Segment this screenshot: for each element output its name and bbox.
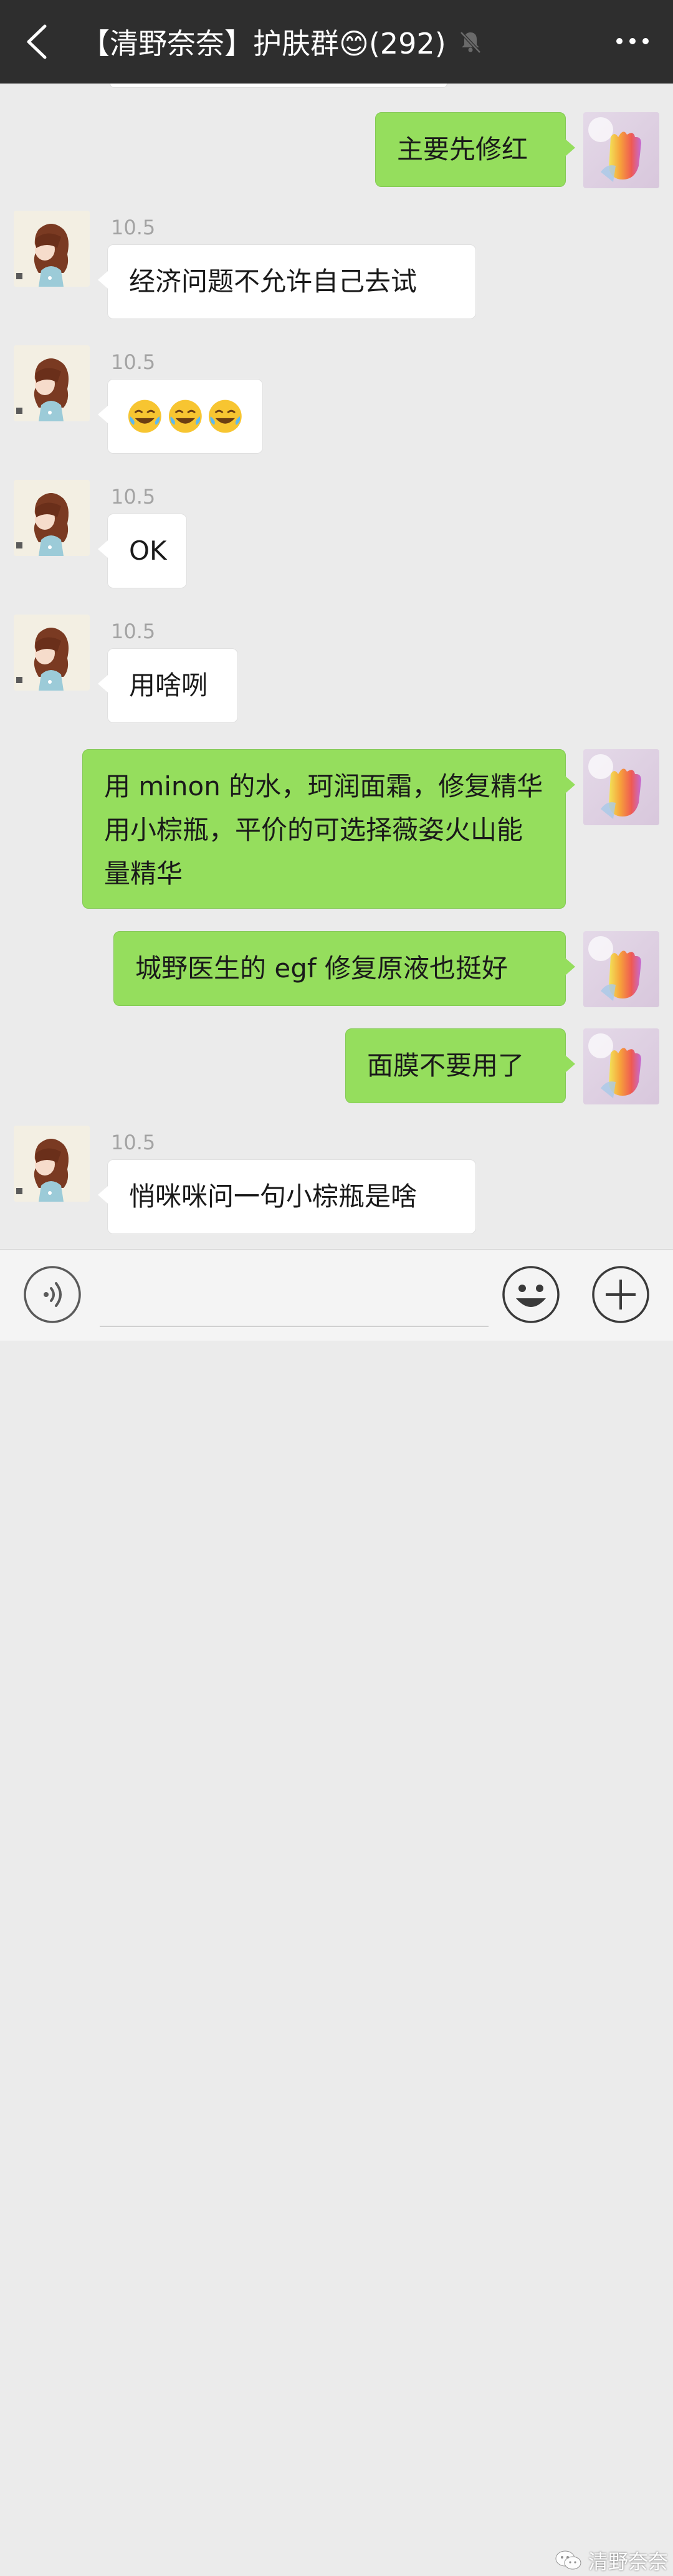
message-input[interactable] bbox=[100, 1267, 489, 1327]
message-timestamp: 10.5 bbox=[111, 485, 156, 509]
my-avatar[interactable] bbox=[583, 749, 659, 825]
chat-title: 【清野奈奈】护肤群😊(292) bbox=[81, 27, 446, 60]
message-bubble[interactable]: 悄咪咪问一句小棕瓶是啥 bbox=[98, 1159, 476, 1234]
message-timestamp: 10.5 bbox=[111, 216, 156, 239]
message-timestamp: 10.5 bbox=[111, 1131, 156, 1154]
my-avatar[interactable] bbox=[583, 931, 659, 1007]
rainbow-hand-avatar-image bbox=[583, 1028, 659, 1104]
message-text: 用啥咧 bbox=[129, 670, 208, 701]
watermark: 清野奈奈 bbox=[555, 2545, 668, 2576]
message-text: 用 minon 的水，珂润面霜，修复精华用小棕瓶，平价的可选择薇姿火山能量精华 bbox=[104, 771, 543, 889]
watermark-text: 清野奈奈 bbox=[588, 2550, 669, 2574]
add-attachment-icon[interactable] bbox=[591, 1265, 651, 1324]
message-bubble[interactable]: 城野医生的 egf 修复原液也挺好 bbox=[113, 931, 575, 1006]
sender-avatar[interactable] bbox=[14, 345, 90, 421]
sender-avatar[interactable] bbox=[14, 615, 90, 691]
mute-bell-icon bbox=[459, 31, 481, 54]
rainbow-hand-avatar-image bbox=[583, 931, 659, 1007]
tears-of-joy-emoji-icon bbox=[128, 400, 161, 433]
message-bubble[interactable]: 用啥咧 bbox=[98, 648, 238, 723]
my-avatar[interactable] bbox=[583, 112, 659, 188]
message-text: 经济问题不允许自己去试 bbox=[129, 266, 418, 297]
girl-avatar-image bbox=[14, 480, 90, 556]
message-text: 主要先修红 bbox=[397, 134, 528, 165]
message-bubble[interactable]: 用 minon 的水，珂润面霜，修复精华用小棕瓶，平价的可选择薇姿火山能量精华 bbox=[82, 749, 575, 909]
message-text: 城野医生的 egf 修复原液也挺好 bbox=[135, 953, 508, 984]
message-timestamp: 10.5 bbox=[111, 620, 156, 643]
message-list[interactable]: 主要先修红 10.5 经济问题不允许自己去试 10.5 10.5 OK 10.5… bbox=[0, 84, 673, 1249]
message-text: 面膜不要用了 bbox=[367, 1050, 525, 1081]
girl-avatar-image bbox=[14, 345, 90, 421]
rainbow-hand-avatar-image bbox=[583, 749, 659, 825]
sender-avatar[interactable] bbox=[14, 480, 90, 556]
my-avatar[interactable] bbox=[583, 1028, 659, 1104]
sender-avatar[interactable] bbox=[14, 1126, 90, 1202]
more-options-icon[interactable] bbox=[606, 22, 659, 60]
girl-avatar-image bbox=[14, 211, 90, 287]
input-bar: 清野奈奈 bbox=[0, 1249, 673, 2574]
girl-avatar-image bbox=[14, 615, 90, 691]
chat-header: 【清野奈奈】护肤群😊(292) bbox=[0, 0, 673, 84]
message-bubble[interactable]: 经济问题不允许自己去试 bbox=[98, 244, 476, 319]
message-bubble[interactable]: OK bbox=[98, 514, 187, 588]
title-area: 【清野奈奈】护肤群😊(292) bbox=[81, 0, 484, 84]
girl-avatar-image bbox=[14, 1126, 90, 1202]
rainbow-hand-avatar-image bbox=[583, 112, 659, 188]
emoji-picker-icon[interactable] bbox=[501, 1265, 561, 1324]
message-bubble[interactable]: 主要先修红 bbox=[375, 112, 575, 187]
message-bubble[interactable]: 面膜不要用了 bbox=[345, 1028, 575, 1103]
message-bubble[interactable]: 😂😂😂 bbox=[98, 379, 263, 454]
message-text: OK bbox=[129, 535, 167, 566]
tears-of-joy-emoji-icon bbox=[168, 400, 202, 433]
previous-message-edge bbox=[110, 84, 447, 88]
tears-of-joy-emoji-icon bbox=[209, 400, 242, 433]
voice-input-icon[interactable] bbox=[22, 1265, 82, 1324]
message-text: 悄咪咪问一句小棕瓶是啥 bbox=[129, 1181, 418, 1212]
wechat-logo-icon bbox=[555, 2550, 581, 2570]
back-arrow-icon[interactable] bbox=[21, 21, 52, 62]
emoji-row bbox=[126, 395, 244, 438]
message-timestamp: 10.5 bbox=[111, 350, 156, 374]
sender-avatar[interactable] bbox=[14, 211, 90, 287]
